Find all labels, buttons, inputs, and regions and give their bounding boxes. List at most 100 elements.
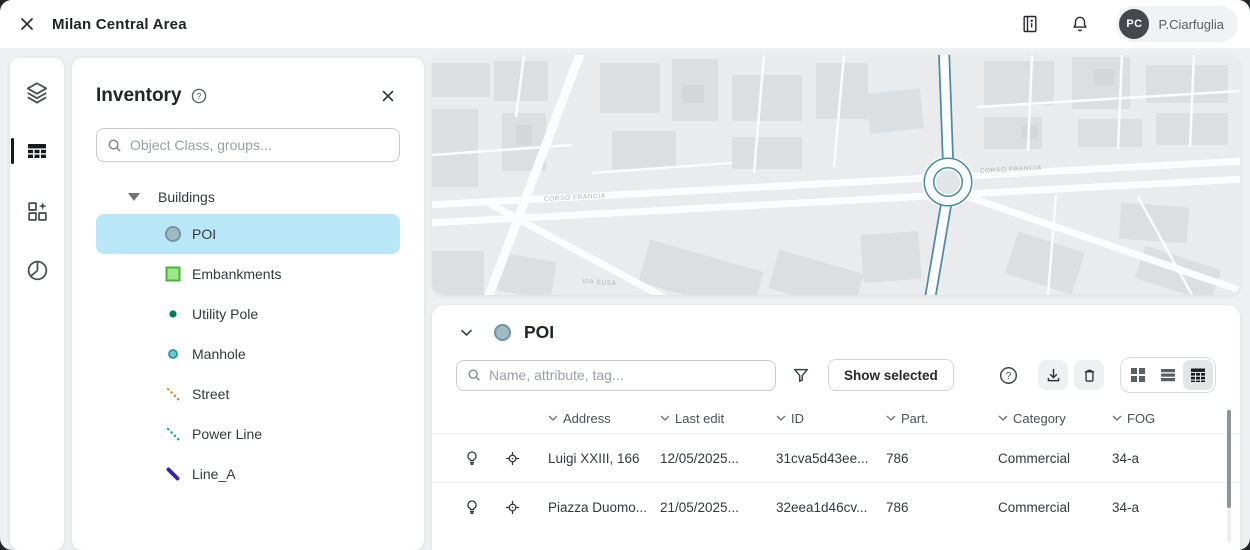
poi-table-panel: POI Show selected ? [432, 305, 1240, 550]
tree-item-label: Power Line [192, 426, 262, 442]
lightbulb-icon [463, 498, 481, 516]
cell-address: Luigi XXIII, 166 [536, 451, 648, 466]
content-area: Inventory ? Buildings [0, 48, 1250, 550]
locate-on-map-button[interactable] [500, 446, 525, 471]
power-line-marker-icon [164, 425, 182, 443]
inventory-header: Inventory ? [72, 58, 424, 108]
tree-item-embankments[interactable]: Embankments [96, 254, 400, 294]
column-header-id[interactable]: ID [764, 411, 874, 426]
line-a-marker-icon [164, 465, 182, 483]
street-map: CORSO FRANCIA CORSO FRANCIA VIA SUSA [432, 55, 1240, 295]
column-header-address[interactable]: Address [536, 411, 648, 426]
cell-last-edit: 12/05/2025... [648, 451, 764, 466]
close-icon [380, 88, 396, 104]
nav-reports-button[interactable] [18, 255, 56, 285]
table-view-icon [1190, 367, 1206, 383]
user-menu[interactable]: PC P.Ciarfuglia [1116, 6, 1238, 42]
column-header-category[interactable]: Category [986, 411, 1100, 426]
cell-category: Commercial [986, 500, 1100, 515]
tree-item-poi[interactable]: POI [96, 214, 400, 254]
tree-group-buildings[interactable]: Buildings [72, 180, 424, 214]
close-workspace-button[interactable] [14, 11, 40, 37]
show-selected-button[interactable]: Show selected [828, 359, 954, 391]
tree-item-utility-pole[interactable]: Utility Pole [96, 294, 400, 334]
nav-inventory-table-button[interactable] [18, 137, 56, 167]
inventory-title: Inventory [96, 85, 182, 107]
manual-button[interactable] [1016, 10, 1044, 38]
active-indicator [11, 138, 14, 164]
inventory-close-button[interactable] [376, 84, 400, 108]
tree-item-label: Embankments [192, 266, 281, 282]
poi-marker-icon [164, 225, 182, 243]
search-icon [107, 138, 122, 153]
sort-chevron-icon [998, 415, 1008, 421]
tree-item-label: Line_A [192, 466, 236, 482]
delete-button[interactable] [1074, 360, 1104, 390]
view-table-button[interactable] [1183, 360, 1213, 390]
lightbulb-icon [463, 449, 481, 467]
utility-pole-marker-icon [164, 305, 182, 323]
filter-button[interactable] [788, 362, 814, 388]
table-scrollbar[interactable] [1227, 408, 1231, 542]
sort-chevron-icon [886, 415, 896, 421]
tree-item-label: Manhole [192, 346, 246, 362]
help-icon[interactable]: ? [191, 88, 207, 104]
pie-chart-icon [25, 258, 50, 283]
column-header-fog[interactable]: FOG [1100, 411, 1222, 426]
table-header-row: Address Last edit ID Part. Category [432, 403, 1240, 433]
nav-layers-button[interactable] [18, 78, 56, 108]
column-header-last-edit[interactable]: Last edit [648, 411, 764, 426]
download-button[interactable] [1038, 360, 1068, 390]
cell-part: 786 [874, 500, 986, 515]
tree-item-power-line[interactable]: Power Line [96, 414, 400, 454]
tree-item-label: Street [192, 386, 229, 402]
locate-crosshair-icon [504, 450, 521, 467]
tree-item-manhole[interactable]: Manhole [96, 334, 400, 374]
sort-chevron-icon [548, 415, 558, 421]
locate-crosshair-icon [504, 499, 521, 516]
object-class-tree: Buildings POI Embankments Utility Pole [72, 180, 424, 494]
map-view[interactable]: CORSO FRANCIA CORSO FRANCIA VIA SUSA [432, 55, 1240, 295]
visibility-bulb-button[interactable] [459, 494, 485, 520]
cell-fog: 34-a [1100, 500, 1222, 515]
tree-group-label: Buildings [158, 189, 215, 205]
list-view-icon [1160, 367, 1176, 383]
top-bar: Milan Central Area PC P.Ciarfuglia [0, 0, 1250, 48]
inventory-search-input[interactable] [130, 137, 389, 153]
help-icon: ? [999, 366, 1018, 385]
table-row[interactable]: Piazza Duomo... 21/05/2025... 32eea1d46c… [432, 482, 1240, 531]
view-cards-button[interactable] [1123, 360, 1153, 390]
view-switcher [1120, 357, 1216, 393]
workspace-title: Milan Central Area [52, 16, 187, 33]
cell-part: 786 [874, 451, 986, 466]
nav-modules-button[interactable] [18, 196, 56, 226]
embankments-marker-icon [164, 265, 182, 283]
street-marker-icon [164, 385, 182, 403]
visibility-bulb-button[interactable] [459, 445, 485, 471]
user-name: P.Ciarfuglia [1158, 17, 1224, 32]
scrollbar-thumb[interactable] [1227, 410, 1231, 508]
svg-text:?: ? [196, 91, 201, 101]
collapse-panel-button[interactable] [456, 324, 477, 341]
table-row[interactable]: Luigi XXIII, 166 12/05/2025... 31cva5d43… [432, 433, 1240, 482]
cell-last-edit: 21/05/2025... [648, 500, 764, 515]
view-list-button[interactable] [1153, 360, 1183, 390]
app-window: Milan Central Area PC P.Ciarfuglia [0, 0, 1250, 550]
column-header-part[interactable]: Part. [874, 411, 986, 426]
topbar-actions: PC P.Ciarfuglia [1016, 6, 1238, 42]
sort-chevron-icon [1112, 415, 1122, 421]
poi-panel-header: POI [432, 322, 1240, 343]
notifications-button[interactable] [1066, 10, 1094, 38]
locate-on-map-button[interactable] [500, 495, 525, 520]
poi-search-input[interactable] [489, 367, 765, 383]
table-help-button[interactable]: ? [995, 362, 1022, 389]
tree-item-line-a[interactable]: Line_A [96, 454, 400, 494]
cell-address: Piazza Duomo... [536, 500, 648, 515]
layers-icon [24, 80, 50, 106]
poi-panel-title: POI [524, 322, 554, 343]
cell-id: 31cva5d43ee... [764, 451, 874, 466]
inventory-panel: Inventory ? Buildings [72, 58, 424, 550]
trash-icon [1081, 367, 1098, 384]
search-icon [467, 368, 481, 382]
tree-item-street[interactable]: Street [96, 374, 400, 414]
